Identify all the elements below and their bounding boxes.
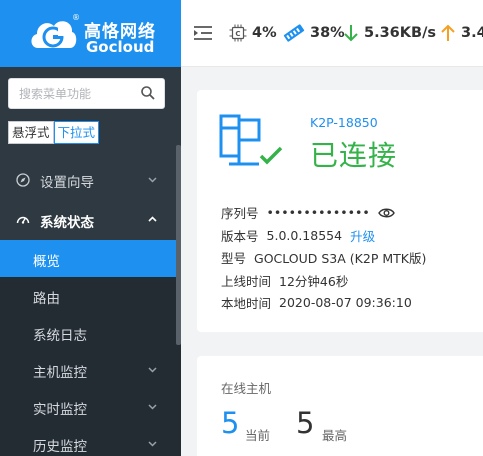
menu-search-input[interactable] bbox=[9, 79, 137, 108]
version-row: 版本号 5.0.0.18554 升级 bbox=[221, 226, 375, 245]
max-hosts-value: 5 bbox=[296, 406, 315, 440]
uptime-label: 上线时间 bbox=[221, 274, 272, 289]
upload-stat: 3.4 bbox=[440, 22, 483, 44]
compass-icon bbox=[16, 173, 30, 187]
menu-item-system-status[interactable]: 系统状态 bbox=[0, 200, 181, 240]
submenu-item-label: 历史监控 bbox=[33, 439, 87, 455]
cpu-icon: C bbox=[229, 24, 247, 42]
menu-item-label: 设置向导 bbox=[40, 175, 94, 191]
chevron-up-icon bbox=[148, 216, 157, 222]
collapse-menu-icon[interactable] bbox=[193, 25, 213, 41]
memory-usage: 38% bbox=[310, 25, 345, 41]
uptime-value: 12分钟46秒 bbox=[279, 274, 349, 289]
upload-arrow-icon bbox=[441, 24, 455, 41]
model-row: 型号 GOCLOUD S3A (K2P MTK版) bbox=[221, 248, 426, 267]
connection-status: 已连接 bbox=[310, 139, 398, 172]
cpu-usage: 4% bbox=[252, 25, 277, 41]
submenu-item-host-monitor[interactable]: 主机监控 bbox=[0, 351, 181, 388]
menu-item-label: 系统状态 bbox=[40, 215, 94, 231]
gocloud-logo-icon bbox=[31, 21, 77, 48]
brand-name-en: Gocloud bbox=[86, 38, 155, 56]
chevron-down-icon bbox=[148, 441, 157, 447]
max-hosts-label: 最高 bbox=[322, 428, 348, 443]
memory-icon bbox=[283, 24, 305, 42]
serial-value: •••••••••••••• bbox=[266, 205, 370, 220]
registered-mark: ® bbox=[72, 13, 80, 22]
dropdown-mode-button[interactable]: 下拉式 bbox=[53, 121, 100, 144]
serial-row: 序列号 •••••••••••••• bbox=[221, 203, 395, 222]
router-connected-icon bbox=[219, 114, 283, 166]
submenu-item-label: 概览 bbox=[33, 254, 60, 270]
current-hosts-label: 当前 bbox=[245, 428, 271, 443]
sidebar-menu: 设置向导 系统状态 概览 路由 系统日志 主机监控 实时监控 历史监控 bbox=[0, 160, 181, 456]
current-hosts-value: 5 bbox=[221, 406, 240, 440]
local-time-row: 本地时间 2020-08-07 09:36:10 bbox=[221, 293, 412, 312]
submenu-item-label: 系统日志 bbox=[33, 328, 87, 344]
model-value: GOCLOUD S3A (K2P MTK版) bbox=[254, 251, 427, 266]
submenu-item-overview[interactable]: 概览 bbox=[0, 240, 181, 277]
local-time-value: 2020-08-07 09:36:10 bbox=[279, 295, 412, 310]
menu-item-setup-wizard[interactable]: 设置向导 bbox=[0, 160, 181, 200]
chevron-down-icon bbox=[148, 367, 157, 373]
upload-speed: 3.4 bbox=[461, 25, 483, 41]
cpu-stat: C 4% bbox=[229, 22, 277, 44]
submenu-item-label: 实时监控 bbox=[33, 402, 87, 418]
download-arrow-icon bbox=[344, 25, 358, 42]
eye-icon[interactable] bbox=[377, 207, 395, 219]
device-card: K2P-18850 已连接 序列号 •••••••••••••• 版本号 5.0… bbox=[197, 90, 483, 332]
upgrade-link[interactable]: 升级 bbox=[350, 226, 375, 245]
model-label: 型号 bbox=[221, 251, 247, 266]
logo-bar: ® 高恪网络 Gocloud bbox=[0, 0, 181, 67]
online-hosts-card: 在线主机 5 当前 5 最高 bbox=[197, 356, 483, 456]
chevron-down-icon bbox=[148, 177, 157, 183]
online-hosts-title: 在线主机 bbox=[221, 381, 272, 396]
chevron-down-icon bbox=[148, 404, 157, 410]
sidebar: ® 高恪网络 Gocloud 悬浮式 下拉式 设置向导 bbox=[0, 0, 181, 456]
submenu-item-label: 路由 bbox=[33, 291, 60, 307]
menu-mode-toggle: 悬浮式 下拉式 bbox=[8, 121, 100, 145]
version-label: 版本号 bbox=[221, 229, 259, 244]
download-stat: 5.36KB/s bbox=[343, 22, 436, 44]
menu-search bbox=[8, 78, 165, 109]
submenu-item-realtime-monitor[interactable]: 实时监控 bbox=[0, 388, 181, 425]
submenu-item-routing[interactable]: 路由 bbox=[0, 277, 181, 314]
main-content: K2P-18850 已连接 序列号 •••••••••••••• 版本号 5.0… bbox=[181, 67, 483, 456]
dashboard-icon bbox=[16, 216, 30, 224]
top-bar: C 4% 38% 5.36KB/s 3.4 bbox=[181, 0, 483, 67]
submenu-item-system-log[interactable]: 系统日志 bbox=[0, 314, 181, 351]
version-value: 5.0.0.18554 bbox=[266, 228, 343, 243]
download-speed: 5.36KB/s bbox=[364, 25, 436, 41]
submenu-item-label: 主机监控 bbox=[33, 365, 87, 381]
serial-label: 序列号 bbox=[221, 206, 259, 221]
local-time-label: 本地时间 bbox=[221, 296, 272, 311]
float-mode-button[interactable]: 悬浮式 bbox=[8, 121, 54, 144]
memory-stat: 38% bbox=[283, 22, 345, 44]
svg-text:C: C bbox=[235, 30, 240, 38]
uptime-row: 上线时间 12分钟46秒 bbox=[221, 271, 348, 290]
search-icon[interactable] bbox=[140, 85, 156, 101]
submenu-item-history-monitor[interactable]: 历史监控 bbox=[0, 425, 181, 456]
device-name: K2P-18850 bbox=[310, 115, 378, 130]
